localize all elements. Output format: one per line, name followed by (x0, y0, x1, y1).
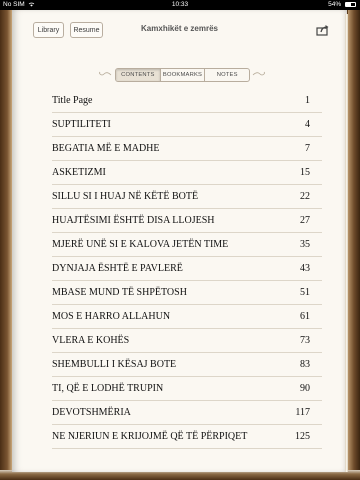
toc-row[interactable]: MJERË UNË SI E KALOVA JETËN TIME 35 (52, 234, 322, 257)
book-cover-right (348, 10, 360, 480)
toc-page-number: 51 (300, 287, 310, 298)
toc-page-number: 4 (305, 119, 310, 130)
resume-button[interactable]: Resume (70, 22, 103, 38)
library-button[interactable]: Library (33, 22, 64, 38)
toc-row[interactable]: ASKETIZMI 15 (52, 162, 322, 185)
tab-contents[interactable]: CONTENTS (116, 69, 161, 81)
tab-notes[interactable]: NOTES (205, 69, 249, 81)
status-right: 54% (328, 0, 356, 10)
toc-title: ASKETIZMI (52, 167, 106, 178)
toc-page-number: 43 (300, 263, 310, 274)
toc-row[interactable]: SHEMBULLI I KËSAJ BOTE 83 (52, 354, 322, 377)
toc-row[interactable]: SILLU SI I HUAJ NË KËTË BOTË 22 (52, 186, 322, 209)
toc-page-number: 7 (305, 143, 310, 154)
toc-row[interactable]: DEVOTSHMËRIA 117 (52, 402, 322, 425)
toolbar: Library Resume Kamxhikët e zemrës (12, 10, 347, 48)
toc-page-number: 27 (300, 215, 310, 226)
toc-row[interactable]: TI, QË E LODHË TRUPIN 90 (52, 378, 322, 401)
toc-row[interactable]: MOS E HARRO ALLAHUN 61 (52, 306, 322, 329)
toc-row[interactable]: VLERA E KOHËS 73 (52, 330, 322, 353)
toc-title: DYNJAJA ËSHTË E PAVLERË (52, 263, 183, 274)
toc-page-number: 1 (305, 95, 310, 106)
toc-row[interactable]: MBASE MUND TË SHPËTOSH 51 (52, 282, 322, 305)
toc-page-number: 61 (300, 311, 310, 322)
page-edge-lines (345, 14, 348, 472)
tab-bookmarks[interactable]: BOOKMARKS (161, 69, 206, 81)
toc-page-number: 15 (300, 167, 310, 178)
toc-page-number: 125 (295, 431, 310, 442)
flourish-left-icon (99, 71, 112, 76)
toc-title: HUAJTËSIMI ËSHTË DISA LLOJESH (52, 215, 215, 226)
toc-row[interactable]: HUAJTËSIMI ËSHTË DISA LLOJESH 27 (52, 210, 322, 233)
toc-title: TI, QË E LODHË TRUPIN (52, 383, 164, 394)
share-icon[interactable] (316, 24, 330, 36)
tab-bar: CONTENTS BOOKMARKS NOTES (115, 68, 250, 82)
table-of-contents: Title Page 1 SUPTILITETI 4 BEGATIA MË E MA… (52, 90, 322, 449)
toc-page-number: 22 (300, 191, 310, 202)
toc-row[interactable]: BEGATIA MË E MADHE 7 (52, 138, 322, 161)
toc-row[interactable]: Title Page 1 (52, 90, 322, 113)
battery-icon (345, 1, 356, 7)
status-time: 10:33 (171, 1, 189, 8)
flourish-right-icon (252, 71, 265, 76)
toc-row[interactable]: SUPTILITETI 4 (52, 114, 322, 137)
book-title: Kamxhikët e zemrës (141, 24, 218, 33)
toc-title: SUPTILITETI (52, 119, 111, 130)
toc-title: SHEMBULLI I KËSAJ BOTE (52, 359, 177, 370)
toc-page-number: 83 (300, 359, 310, 370)
toc-title: VLERA E KOHËS (52, 335, 130, 346)
status-bar: No SIM 10:33 54% (0, 0, 360, 10)
toc-page-number: 90 (300, 383, 310, 394)
toc-title: MOS E HARRO ALLAHUN (52, 311, 171, 322)
toc-title: SILLU SI I HUAJ NË KËTË BOTË (52, 191, 199, 202)
toc-row[interactable]: DYNJAJA ËSHTË E PAVLERË 43 (52, 258, 322, 281)
toc-title: MBASE MUND TË SHPËTOSH (52, 287, 187, 298)
battery-fill (346, 2, 351, 6)
toc-title: BEGATIA MË E MADHE (52, 143, 160, 154)
toc-page-number: 35 (300, 239, 310, 250)
toc-page-number: 73 (300, 335, 310, 346)
toc-title: MJERË UNË SI E KALOVA JETËN TIME (52, 239, 229, 250)
toc-page-number: 117 (295, 407, 310, 418)
toc-title: NE NJERIUN E KRIJOJMË QË TË PËRPIQET (52, 431, 248, 442)
battery-percent: 54% (328, 1, 342, 8)
book-page: Library Resume Kamxhikët e zemrës CONTEN… (12, 10, 347, 472)
book-cover-left (0, 10, 12, 480)
toc-title: DEVOTSHMËRIA (52, 407, 131, 418)
toc-title: Title Page (52, 95, 93, 106)
toc-row[interactable]: NE NJERIUN E KRIJOJMË QË TË PËRPIQET 125 (52, 426, 322, 449)
